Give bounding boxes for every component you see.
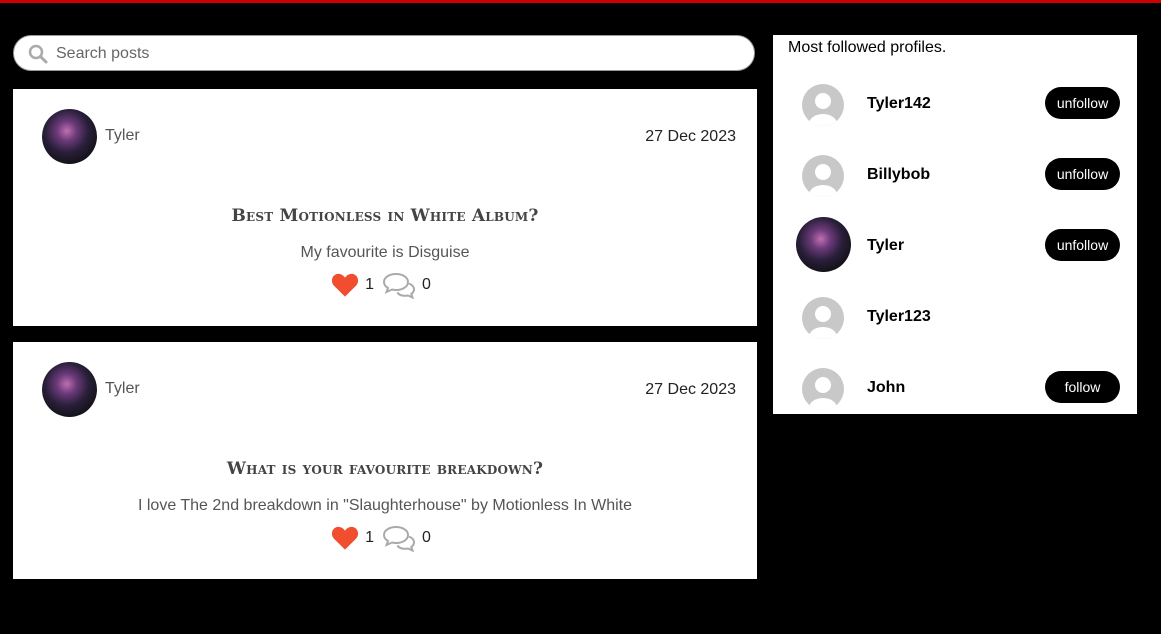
profile-name[interactable]: Billybob: [867, 166, 930, 184]
like-count: 1: [365, 529, 374, 546]
profile-row: Tyler unfollow: [773, 215, 1137, 275]
profile-name[interactable]: Tyler: [867, 237, 904, 255]
unfollow-button[interactable]: unfollow: [1045, 158, 1120, 190]
default-avatar-icon[interactable]: [802, 297, 844, 339]
follow-button[interactable]: follow: [1045, 371, 1120, 403]
comment-count: 0: [422, 529, 431, 546]
post-body: My favourite is Disguise: [300, 244, 470, 261]
search-bar[interactable]: [13, 35, 755, 72]
panel-heading: Most followed profiles.: [788, 39, 947, 56]
comment-count: 0: [422, 276, 431, 293]
top-accent-bar: [0, 0, 1161, 3]
search-icon: [28, 44, 48, 64]
profile-row: Tyler142 unfollow: [773, 73, 1137, 133]
default-avatar-icon[interactable]: [802, 155, 844, 197]
post-title[interactable]: What is your favourite breakdown?: [13, 459, 757, 479]
comment-icon[interactable]: [382, 524, 416, 552]
unfollow-button[interactable]: unfollow: [1045, 87, 1120, 119]
profile-name[interactable]: John: [867, 379, 905, 397]
comment-icon[interactable]: [382, 271, 416, 299]
author-avatar[interactable]: [42, 109, 97, 164]
like-count: 1: [365, 276, 374, 293]
post-title[interactable]: Best Motionless in White Album?: [13, 206, 757, 226]
avatar[interactable]: [796, 217, 851, 272]
profile-row: Billybob unfollow: [773, 144, 1137, 204]
profile-row: Tyler123: [773, 286, 1137, 346]
profile-name[interactable]: Tyler142: [867, 95, 931, 113]
most-followed-panel: Most followed profiles. Tyler142 unfollo…: [773, 35, 1137, 414]
post-stats: 1 0: [13, 271, 757, 299]
default-avatar-icon[interactable]: [802, 368, 844, 410]
default-avatar-icon[interactable]: [802, 84, 844, 126]
profile-row: John follow: [773, 357, 1137, 417]
author-avatar[interactable]: [42, 362, 97, 417]
unfollow-button[interactable]: unfollow: [1045, 229, 1120, 261]
post-date: 27 Dec 2023: [645, 381, 736, 398]
post-author[interactable]: Tyler: [105, 380, 140, 398]
post-card: Tyler 27 Dec 2023 Best Motionless in Whi…: [13, 89, 757, 326]
post-author[interactable]: Tyler: [105, 127, 140, 145]
post-stats: 1 0: [13, 524, 757, 552]
post-date: 27 Dec 2023: [645, 128, 736, 145]
profile-name[interactable]: Tyler123: [867, 308, 931, 326]
post-card: Tyler 27 Dec 2023 What is your favourite…: [13, 342, 757, 579]
post-body: I love The 2nd breakdown in "Slaughterho…: [137, 497, 632, 514]
heart-icon[interactable]: [331, 525, 359, 551]
heart-icon[interactable]: [331, 272, 359, 298]
search-input[interactable]: [54, 36, 738, 72]
